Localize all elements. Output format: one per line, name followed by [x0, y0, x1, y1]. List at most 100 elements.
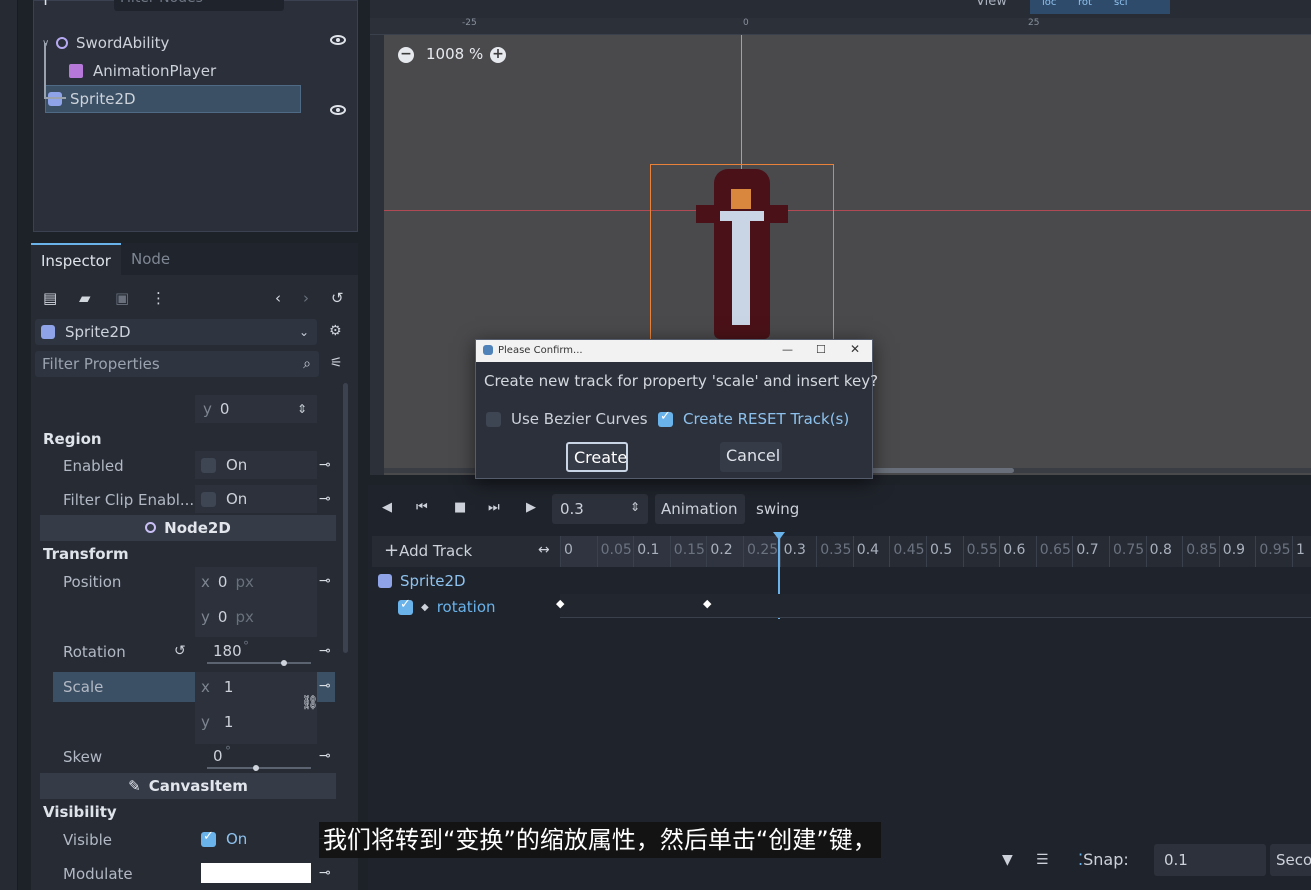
- frame-y-field[interactable]: y 0 ⇕: [195, 395, 317, 423]
- scale-x-value[interactable]: 1: [224, 678, 234, 696]
- object-selector[interactable]: Sprite2D ⌄: [35, 319, 317, 345]
- time-spinbox[interactable]: 0.3 ⇕: [552, 494, 648, 524]
- position-x-value[interactable]: 0: [218, 573, 228, 591]
- property-filter-icon[interactable]: ⚟: [330, 355, 343, 371]
- tree-item-animationplayer[interactable]: AnimationPlayer: [42, 57, 342, 85]
- visible-checkbox[interactable]: On: [195, 825, 317, 853]
- spin-updown-icon[interactable]: ⇕: [297, 402, 307, 416]
- tree-view-icon[interactable]: ☰: [1036, 852, 1049, 868]
- play-icon[interactable]: ▶: [526, 500, 536, 515]
- history-forward-icon[interactable]: ›: [303, 289, 309, 307]
- new-resource-icon[interactable]: ▤: [43, 289, 57, 307]
- timeline-tick-label: 0.9: [1222, 542, 1246, 558]
- minimize-icon[interactable]: —: [782, 343, 793, 356]
- reset-track-checkbox[interactable]: Create RESET Track(s): [658, 409, 849, 428]
- maximize-icon[interactable]: ☐: [816, 343, 826, 356]
- position-y-value[interactable]: 0: [218, 608, 228, 626]
- rot-tool[interactable]: rot: [1078, 0, 1092, 8]
- modulate-color-swatch[interactable]: [201, 863, 311, 883]
- filter-nodes-input[interactable]: Filter Nodes: [114, 0, 284, 11]
- animation-menu-button[interactable]: Animation: [655, 494, 745, 524]
- viewport-toolbar: View loc rot scl: [370, 0, 1311, 18]
- add-node-icon[interactable]: +: [38, 0, 53, 10]
- track-rotation[interactable]: ◆ rotation: [398, 597, 496, 616]
- reset-key-icon[interactable]: ⊸: [319, 865, 331, 881]
- scale-property-highlight[interactable]: Scale: [53, 672, 195, 702]
- tree-item-sprite2d[interactable]: Sprite2D: [45, 85, 301, 113]
- filter-icon[interactable]: ▼: [1002, 852, 1013, 868]
- snap-value-field[interactable]: 0.1: [1154, 844, 1266, 876]
- scale-key-button[interactable]: ⊸: [317, 672, 335, 702]
- inspector-scrollbar[interactable]: [343, 383, 348, 653]
- slider-grabber[interactable]: [281, 660, 287, 666]
- sword-sprite[interactable]: [696, 169, 788, 339]
- open-folder-icon[interactable]: ▰: [79, 289, 91, 307]
- skew-slider-field[interactable]: 0 °: [201, 742, 311, 771]
- visibility-eye-icon[interactable]: [330, 35, 346, 45]
- history-back-icon[interactable]: ‹: [275, 289, 281, 307]
- slider-grabber[interactable]: [253, 765, 259, 771]
- position-field[interactable]: x 0 px y 0 px: [195, 567, 317, 637]
- animation-selector[interactable]: swing: [748, 494, 838, 524]
- loc-tool[interactable]: loc: [1042, 0, 1056, 8]
- scale-y-value[interactable]: 1: [224, 713, 234, 731]
- reset-key-icon[interactable]: ⊸: [319, 491, 331, 507]
- zoom-level[interactable]: 1008 %: [426, 45, 483, 63]
- cancel-button[interactable]: Cancel: [720, 442, 782, 472]
- visibility-eye-icon[interactable]: [330, 105, 346, 115]
- transform-section-title[interactable]: Transform: [43, 545, 129, 563]
- timeline-ruler[interactable]: 0 0.05 0.1 0.15 0.2 0.25 0.3 0.35 0.4 0.45 0.5 0.55…: [560, 532, 1311, 619]
- save-icon[interactable]: ▣: [115, 289, 129, 307]
- filter-properties-input[interactable]: Filter Properties ⌕: [35, 351, 319, 377]
- tab-node[interactable]: Node: [121, 243, 180, 275]
- zoom-out-icon[interactable]: −: [398, 47, 414, 63]
- tree-item-swordability[interactable]: ∨ SwordAbility: [42, 29, 342, 57]
- keyframe-diamond[interactable]: ◆: [556, 597, 564, 610]
- filter-clip-checkbox[interactable]: On: [195, 485, 317, 513]
- axis-y-label: y: [201, 608, 210, 626]
- view-menu[interactable]: View: [976, 0, 1007, 9]
- reset-key-icon[interactable]: ⊸: [319, 457, 331, 473]
- snap-unit-selector[interactable]: Seco: [1270, 844, 1311, 876]
- track-enabled-checkbox[interactable]: [398, 597, 413, 615]
- node2d-category[interactable]: Node2D: [40, 515, 336, 541]
- playhead-marker-icon[interactable]: [773, 532, 785, 540]
- canvasitem-category[interactable]: ✎ CanvasItem: [40, 773, 336, 799]
- scale-field[interactable]: x 1 y 1: [195, 672, 317, 744]
- track-keys-row[interactable]: ◆ ◆: [556, 594, 1311, 618]
- reset-key-icon[interactable]: ⊸: [319, 748, 331, 764]
- play-from-start-icon[interactable]: ⏭: [488, 500, 500, 515]
- tab-inspector[interactable]: Inspector: [31, 243, 121, 275]
- timeline-tick-line: [1109, 536, 1110, 567]
- reset-key-icon[interactable]: ⊸: [319, 643, 331, 659]
- snap-toggle[interactable]: ⁚Snap:: [1078, 850, 1129, 869]
- track-group-sprite2d[interactable]: Sprite2D: [378, 572, 466, 590]
- visibility-section-title[interactable]: Visibility: [43, 803, 117, 821]
- more-options-icon[interactable]: ⋮: [151, 289, 166, 307]
- play-backward-from-end-icon[interactable]: ⏮: [416, 500, 428, 515]
- spin-updown-icon[interactable]: ⇕: [630, 500, 640, 514]
- scale-label: Scale: [63, 678, 104, 696]
- recent-history-icon[interactable]: ↺: [331, 289, 344, 307]
- play-backward-icon[interactable]: ◀: [382, 500, 392, 515]
- create-button[interactable]: Create: [566, 442, 628, 472]
- add-track-button[interactable]: +Add Track: [384, 540, 472, 561]
- position-label: Position: [63, 573, 122, 591]
- revert-icon[interactable]: ↺: [174, 643, 186, 659]
- node-docs-icon[interactable]: ⚙: [329, 323, 342, 339]
- rotation-value: 180: [213, 642, 242, 660]
- bezier-checkbox[interactable]: Use Bezier Curves: [486, 410, 648, 428]
- zoom-width-icon[interactable]: ↔: [538, 542, 550, 558]
- enabled-checkbox[interactable]: On: [195, 451, 317, 479]
- keyframe-diamond[interactable]: ◆: [703, 597, 711, 610]
- rotation-slider-field[interactable]: 180 °: [201, 637, 311, 666]
- zoom-in-icon[interactable]: +: [490, 47, 506, 63]
- close-icon[interactable]: ✕: [850, 342, 860, 356]
- stop-icon[interactable]: ■: [454, 500, 466, 515]
- region-section-title[interactable]: Region: [43, 430, 102, 448]
- degree-unit: °: [243, 639, 249, 653]
- snap-unit: Seco: [1276, 851, 1311, 869]
- inspector-toolbar: ▤ ▰ ▣ ⋮ ‹ › ↺: [43, 289, 344, 307]
- reset-key-icon[interactable]: ⊸: [319, 573, 331, 589]
- scl-tool[interactable]: scl: [1114, 0, 1128, 8]
